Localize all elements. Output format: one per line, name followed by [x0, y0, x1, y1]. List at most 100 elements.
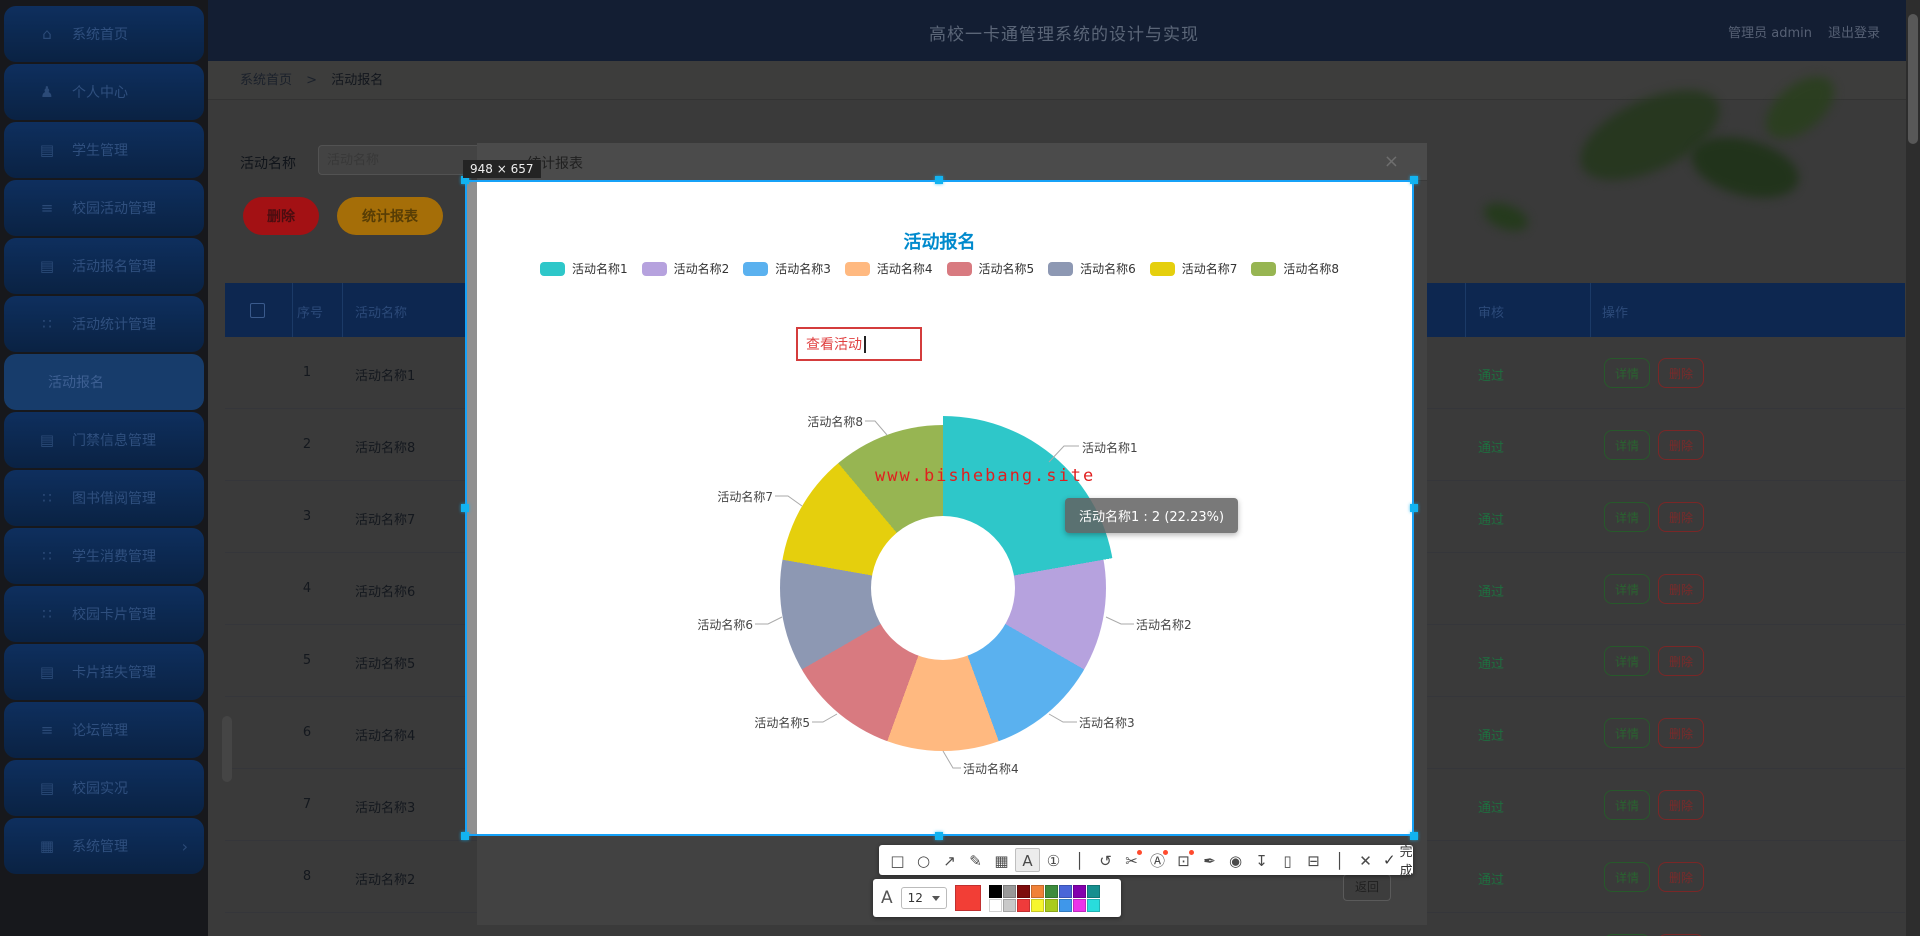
chart-icon: ▦ [39, 837, 55, 855]
palette-color[interactable] [1044, 884, 1058, 898]
row-delete-button[interactable]: 删除 [1658, 790, 1704, 820]
palette-color[interactable] [1044, 898, 1058, 912]
pen-tool[interactable]: ✎ [963, 848, 988, 872]
selection-handle[interactable] [1410, 176, 1418, 184]
活动名称3[interactable]: 活动名称3 [743, 260, 831, 277]
row-detail-button[interactable]: 详情 [1604, 646, 1650, 676]
学生管理[interactable]: ▤ 学生管理 [4, 122, 204, 178]
page-scrollbar[interactable] [1906, 0, 1920, 936]
divider[interactable]: │ [1067, 848, 1092, 872]
校园实况[interactable]: ▤ 校园实况 [4, 760, 204, 816]
grid-icon: ∷ [42, 605, 52, 623]
卡片挂失管理[interactable]: ▤ 卡片挂失管理 [4, 644, 204, 700]
活动名称6[interactable]: 活动名称6 [1048, 260, 1136, 277]
row-delete-button[interactable]: 删除 [1658, 574, 1704, 604]
record-gif-tool[interactable]: ✂ [1119, 848, 1144, 872]
row-detail-button[interactable]: 详情 [1604, 502, 1650, 532]
palette-color[interactable] [1072, 884, 1086, 898]
report-button[interactable]: 统计报表 [337, 197, 443, 235]
活动名称8[interactable]: 活动名称8 [1251, 260, 1339, 277]
palette-color[interactable] [1002, 884, 1016, 898]
selection-handle[interactable] [1410, 832, 1418, 840]
rect-tool[interactable]: □ [885, 848, 910, 872]
palette-color[interactable] [1072, 898, 1086, 912]
selection-handle[interactable] [1410, 504, 1418, 512]
mosaic-tool[interactable]: ▦ [989, 848, 1014, 872]
图书借阅管理[interactable]: ∷ 图书借阅管理 [4, 470, 204, 526]
logout-link[interactable]: 退出登录 [1828, 22, 1880, 41]
palette-color[interactable] [988, 898, 1002, 912]
pie-label: 活动名称6 [697, 618, 753, 632]
divider[interactable]: │ [1327, 848, 1352, 872]
selection-handle[interactable] [935, 176, 943, 184]
palette-color[interactable] [1086, 898, 1100, 912]
row-detail-button[interactable]: 详情 [1604, 430, 1650, 460]
palette-color[interactable] [1016, 884, 1030, 898]
活动报名管理[interactable]: ▤ 活动报名管理 [4, 238, 204, 294]
send-to-device-button[interactable]: ▯ [1275, 848, 1300, 872]
selection-handle[interactable] [461, 832, 469, 840]
学生消费管理[interactable]: ∷ 学生消费管理 [4, 528, 204, 584]
selection-handle[interactable] [461, 504, 469, 512]
个人中心[interactable]: ♟ 个人中心 [4, 64, 204, 120]
系统首页[interactable]: ⌂ 系统首页 [4, 6, 204, 62]
text-tool[interactable]: A [1015, 848, 1040, 872]
arrow-tool[interactable]: ↗ [937, 848, 962, 872]
delete-button[interactable]: 删除 [243, 197, 319, 235]
活动报名[interactable]: 活动报名 [4, 354, 204, 410]
校园卡片管理[interactable]: ∷ 校园卡片管理 [4, 586, 204, 642]
活动名称4[interactable]: 活动名称4 [844, 260, 933, 277]
annotation-textbox[interactable]: 查看活动 [796, 327, 922, 361]
palette-color[interactable] [1058, 884, 1072, 898]
palette-color[interactable] [1086, 884, 1100, 898]
palette-color[interactable] [1016, 898, 1030, 912]
row-delete-button[interactable]: 删除 [1658, 646, 1704, 676]
row-delete-button[interactable]: 删除 [1658, 718, 1704, 748]
download-button[interactable]: ↧ [1249, 848, 1274, 872]
row-delete-button[interactable]: 删除 [1658, 502, 1704, 532]
pin-tool[interactable]: ✒ [1197, 848, 1222, 872]
sidebar-collapse-handle[interactable] [222, 716, 232, 782]
活动名称2[interactable]: 活动名称2 [641, 260, 729, 277]
breadcrumb-home[interactable]: 系统首页 [240, 73, 292, 88]
ellipse-tool[interactable]: ○ [911, 848, 936, 872]
undo-button[interactable]: ↺ [1093, 848, 1118, 872]
current-color-swatch[interactable] [954, 885, 981, 911]
row-detail-button[interactable]: 详情 [1604, 574, 1650, 604]
row-seq: 4 [302, 581, 312, 596]
bookmark-button[interactable]: ⊟ [1301, 848, 1326, 872]
font-size-select[interactable]: 12 [900, 887, 947, 909]
活动名称1[interactable]: 活动名称1 [539, 260, 628, 277]
selection-handle[interactable] [935, 832, 943, 840]
tool-glyph: Ⓐ [1149, 852, 1165, 870]
done-button[interactable]: ✓ 完成 [1383, 841, 1413, 879]
cancel-button[interactable]: ✕ [1353, 848, 1378, 872]
row-delete-button[interactable]: 删除 [1658, 358, 1704, 388]
row-detail-button[interactable]: 详情 [1604, 358, 1650, 388]
palette-color[interactable] [1030, 884, 1044, 898]
row-delete-button[interactable]: 删除 [1658, 430, 1704, 460]
palette-color[interactable] [1030, 898, 1044, 912]
record-screen-tool[interactable]: ◉ [1223, 848, 1248, 872]
ocr-tool[interactable]: Ⓐ [1145, 848, 1170, 872]
close-icon[interactable]: × [1384, 151, 1399, 172]
论坛管理[interactable]: ≡ 论坛管理 [4, 702, 204, 758]
系统管理[interactable]: ▦ 系统管理 › [4, 818, 204, 874]
row-detail-button[interactable]: 详情 [1604, 718, 1650, 748]
row-detail-button[interactable]: 详情 [1604, 790, 1650, 820]
活动名称7[interactable]: 活动名称7 [1149, 260, 1237, 277]
活动名称5[interactable]: 活动名称5 [946, 260, 1034, 277]
row-delete-button[interactable]: 删除 [1658, 862, 1704, 892]
row-audit-status: 通过 [1478, 873, 1505, 888]
palette-color[interactable] [988, 884, 1002, 898]
palette-color[interactable] [1002, 898, 1016, 912]
活动统计管理[interactable]: ∷ 活动统计管理 [4, 296, 204, 352]
校园活动管理[interactable]: ≡ 校园活动管理 [4, 180, 204, 236]
scrollbar-thumb[interactable] [1908, 14, 1918, 144]
number-step-tool[interactable]: ① [1041, 848, 1066, 872]
row-detail-button[interactable]: 详情 [1604, 862, 1650, 892]
palette-color[interactable] [1058, 898, 1072, 912]
select-all-checkbox[interactable] [250, 303, 265, 318]
门禁信息管理[interactable]: ▤ 门禁信息管理 [4, 412, 204, 468]
extract-tool[interactable]: ⊡ [1171, 848, 1196, 872]
